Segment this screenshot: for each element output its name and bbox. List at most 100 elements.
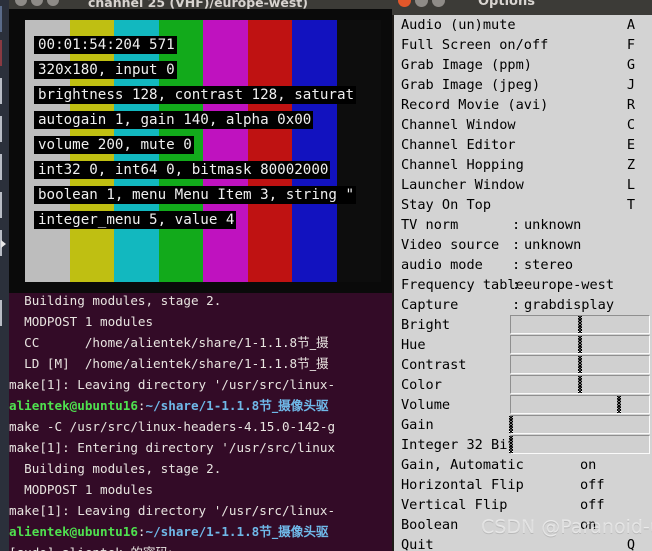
slider-track[interactable] <box>510 315 650 334</box>
osd-line: 00:01:54:204 571 <box>34 33 404 58</box>
options-window[interactable]: Options Audio (un)mute A Full Screen on/of… <box>392 0 652 551</box>
maximize-icon[interactable] <box>47 0 59 6</box>
terminal-line: [sudo] alientek 的密码: <box>9 542 392 551</box>
slider-volume[interactable]: Volume <box>394 395 652 415</box>
terminal-prompt-colon: : <box>137 398 146 413</box>
slider-label: Volume <box>401 397 451 413</box>
slider-label: Hue <box>401 337 426 353</box>
slider-color[interactable]: Color <box>394 375 652 395</box>
menu-item-stay-on-top[interactable]: Stay On Top T <box>394 195 652 215</box>
slider-thumb[interactable] <box>616 396 621 413</box>
toggle-gain-automatic[interactable]: Gain, Automatic on <box>394 455 652 475</box>
menu-item-accelerator: Q <box>626 537 635 551</box>
slider-thumb[interactable] <box>578 336 582 353</box>
slider-track[interactable] <box>509 415 650 434</box>
menu-item-grab-image-ppm[interactable]: Grab Image (ppm) G <box>394 55 652 75</box>
terminal-prompt-path-cjk: 节_摄像头驱 <box>259 398 329 413</box>
toggle-state: off <box>580 477 605 493</box>
slider-thumb[interactable] <box>509 416 513 433</box>
slider-thumb[interactable] <box>578 316 582 333</box>
toggle-label: Horizontal Flip <box>401 477 524 493</box>
setting-frequency-table[interactable]: Frequency table: europe-west <box>394 275 652 295</box>
toggle-state: on <box>580 457 597 473</box>
slider-thumb[interactable] <box>578 356 582 373</box>
slider-track[interactable] <box>510 375 650 394</box>
terminal-line: MODPOST 1 modules <box>9 479 392 500</box>
slider-integer-32-bits[interactable]: Integer 32 Bits <box>394 435 652 455</box>
video-window-controls[interactable] <box>15 0 59 6</box>
options-window-controls[interactable] <box>398 0 445 7</box>
terminal-line: Building modules, stage 2. <box>9 290 392 311</box>
video-window[interactable]: channel 25 (VHF)/europe-west) 00:01:54:2… <box>9 0 392 293</box>
video-osd-overlay: 00:01:54:204 571 320x180, input 0 brightne… <box>34 33 404 233</box>
setting-audio-mode[interactable]: audio mode: stereo <box>394 255 652 275</box>
menu-item-accelerator: E <box>626 137 635 153</box>
terminal-text: CC /home/alientek/share/1-1.1.8 <box>9 335 298 350</box>
menu-item-accelerator: Z <box>626 157 635 173</box>
slider-track[interactable] <box>510 395 650 414</box>
terminal-text: MODPOST 1 modules <box>9 482 154 497</box>
osd-line: boolean 1, menu Menu Item 3, string " <box>34 183 404 208</box>
menu-item-record-movie-avi[interactable]: Record Movie (avi) R <box>394 95 652 115</box>
menu-item-label: Record Movie (avi) <box>401 97 549 113</box>
menu-item-channel-editor[interactable]: Channel Editor E <box>394 135 652 155</box>
terminal-line: make[1]: Leaving directory '/usr/src/lin… <box>9 374 392 395</box>
menu-item-label: Quit <box>401 537 434 551</box>
menu-item-quit[interactable]: Quit Q <box>394 535 652 551</box>
setting-capture[interactable]: Capture: grabdisplay <box>394 295 652 315</box>
terminal-prompt-path-cjk: 节_摄像头驱 <box>259 524 329 539</box>
slider-label: Contrast <box>401 357 467 373</box>
slider-track[interactable] <box>510 335 650 354</box>
video-window-title: channel 25 (VHF)/europe-west) <box>88 0 308 9</box>
video-canvas[interactable]: 00:01:54:204 571 320x180, input 0 brightne… <box>9 9 392 293</box>
menu-item-grab-image-jpeg[interactable]: Grab Image (jpeg) J <box>394 75 652 95</box>
slider-track[interactable] <box>510 355 650 374</box>
launcher-icon-6[interactable] <box>0 192 7 218</box>
terminal-line: alientek@ubuntu16:~/share/1-1.1.8节_摄像头驱 <box>9 521 392 542</box>
menu-item-launcher-window[interactable]: Launcher Window L <box>394 175 652 195</box>
menu-item-accelerator: T <box>626 197 635 213</box>
menu-item-label: Launcher Window <box>401 177 524 193</box>
terminal-prompt-user: alientek@ubuntu16 <box>9 524 138 539</box>
terminal-text: make[1]: Leaving directory '/usr/src/lin… <box>9 377 336 392</box>
slider-contrast[interactable]: Contrast <box>394 355 652 375</box>
terminal-prompt-user: alientek@ubuntu16 <box>9 398 138 413</box>
menu-item-audio-un-mute[interactable]: Audio (un)mute A <box>394 15 652 35</box>
terminal-line: MODPOST 1 modules <box>9 311 392 332</box>
menu-item-full-screen-on-off[interactable]: Full Screen on/off F <box>394 35 652 55</box>
slider-thumb[interactable] <box>509 436 513 453</box>
slider-thumb[interactable] <box>578 376 582 393</box>
slider-gain[interactable]: Gain <box>394 415 652 435</box>
minimize-icon[interactable] <box>415 0 428 7</box>
launcher-icon-5[interactable] <box>0 154 7 180</box>
slider-bright[interactable]: Bright <box>394 315 652 335</box>
video-window-titlebar[interactable]: channel 25 (VHF)/europe-west) <box>9 0 392 9</box>
slider-hue[interactable]: Hue <box>394 335 652 355</box>
osd-line: autogain 1, gain 140, alpha 0x00 <box>34 108 404 133</box>
toggle-label: Vertical Flip <box>401 497 508 513</box>
menu-item-channel-hopping[interactable]: Channel Hopping Z <box>394 155 652 175</box>
menu-item-channel-window[interactable]: Channel Window C <box>394 115 652 135</box>
toggle-horizontal-flip[interactable]: Horizontal Flip off <box>394 475 652 495</box>
toggle-vertical-flip[interactable]: Vertical Flip off <box>394 495 652 515</box>
terminal-line: Building modules, stage 2. <box>9 458 392 479</box>
osd-line: integer_menu 5, value 4 <box>34 208 404 233</box>
launcher-icon-1[interactable] <box>0 6 7 32</box>
launcher-icon-8[interactable] <box>0 300 7 326</box>
setting-video-source[interactable]: Video source: unknown <box>394 235 652 255</box>
terminal-prompt-colon: : <box>137 524 146 539</box>
launcher-icon-3[interactable] <box>0 78 7 104</box>
unity-launcher[interactable] <box>0 0 9 551</box>
setting-tv-norm[interactable]: TV norm: unknown <box>394 215 652 235</box>
minimize-icon[interactable] <box>31 0 43 6</box>
options-titlebar[interactable]: Options <box>392 0 652 15</box>
close-icon[interactable] <box>398 0 411 7</box>
slider-track[interactable] <box>509 435 650 454</box>
close-icon[interactable] <box>15 0 27 6</box>
launcher-icon-4[interactable] <box>0 116 7 142</box>
menu-item-accelerator: C <box>626 117 635 133</box>
maximize-icon[interactable] <box>432 0 445 7</box>
launcher-icon-2[interactable] <box>0 40 7 66</box>
toggle-boolean[interactable]: Boolean on <box>394 515 652 535</box>
options-body: Audio (un)mute A Full Screen on/off F Grab I… <box>392 15 652 551</box>
